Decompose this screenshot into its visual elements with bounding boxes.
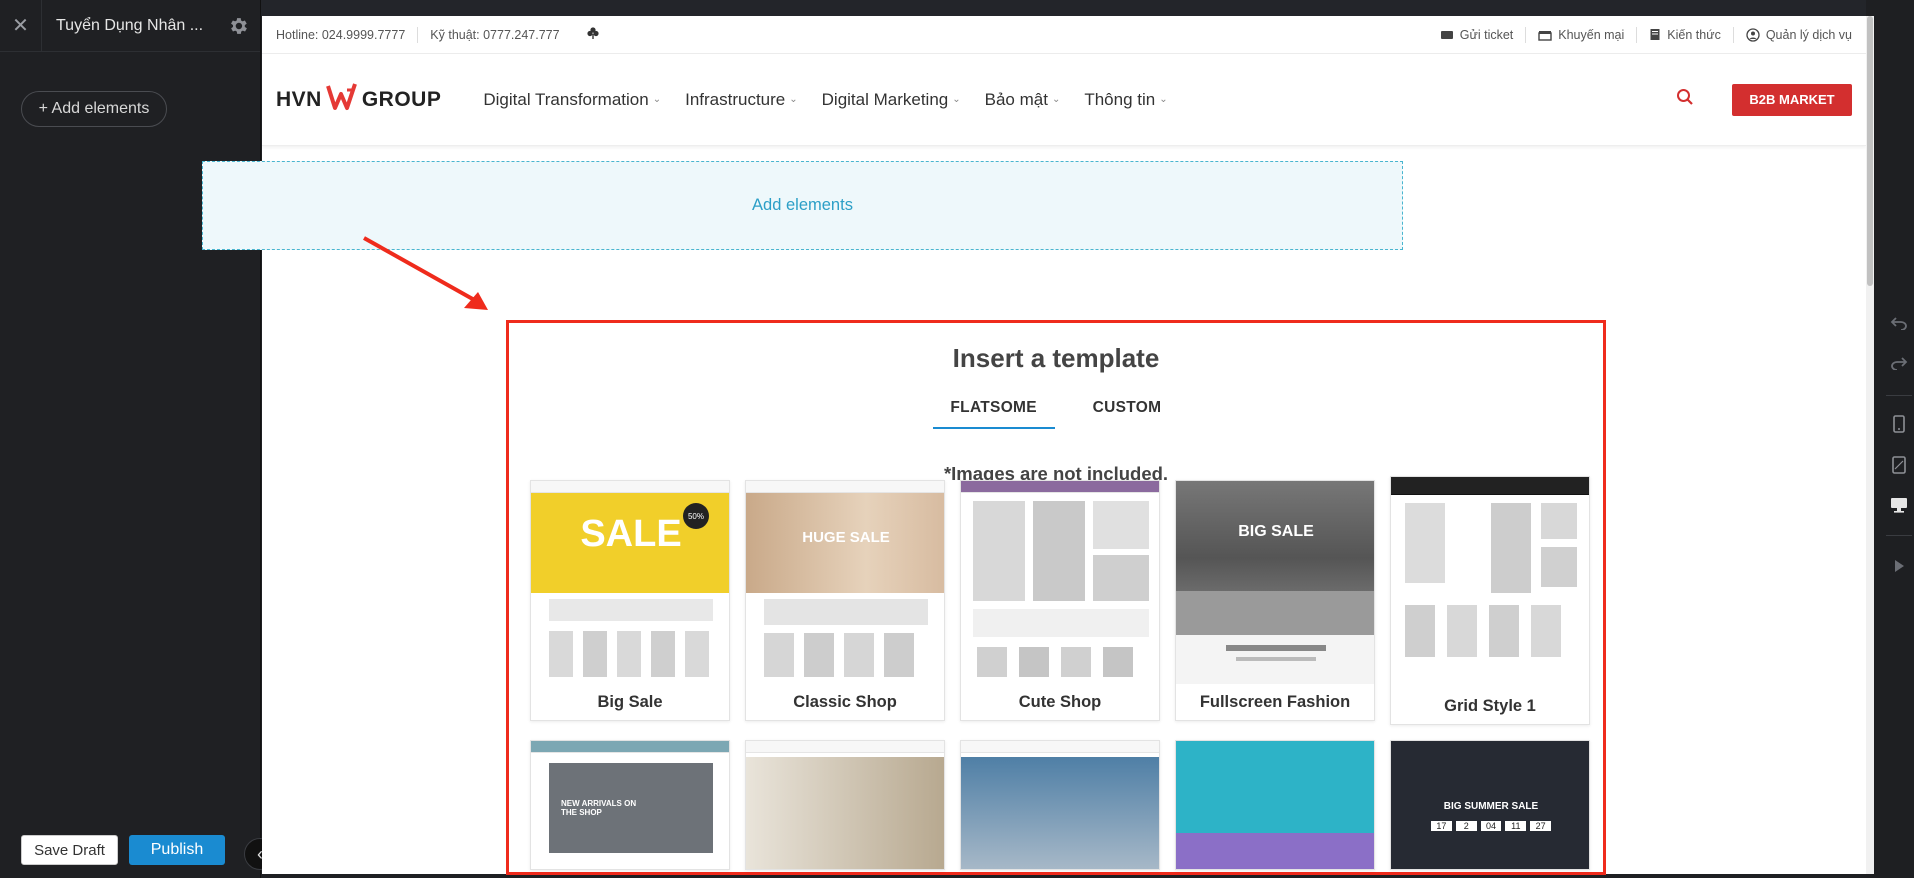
site-topbar: Hotline: 024.9999.7777 Kỹ thuật: 0777.24… [262, 16, 1866, 54]
topbar-link-account[interactable]: Quản lý dịch vụ [1746, 28, 1852, 42]
panel-title: Insert a template [952, 343, 1160, 373]
tab-custom[interactable]: CUSTOM [1075, 399, 1180, 429]
template-thumbnail: BIG SALE [1176, 481, 1374, 684]
desktop-view-icon[interactable] [1888, 494, 1910, 516]
editor-sidebar: ✕ Tuyển Dụng Nhân ... + Add elements Sav… [0, 0, 261, 878]
template-card[interactable]: NEW ARRIVALS ON THE SHOP [530, 740, 730, 870]
tablet-view-icon[interactable] [1888, 454, 1910, 476]
template-card[interactable]: BIG SUMMER SALE 17 2 04 11 27 [1390, 740, 1590, 870]
save-draft-button[interactable]: Save Draft [21, 835, 118, 865]
site-logo[interactable]: HVN GROUP [276, 82, 441, 118]
nav-item-infrastructure[interactable]: Infrastructure ⌄ [673, 90, 810, 110]
template-thumbnail: SALE 50% [531, 481, 729, 684]
topbar-link-knowledge[interactable]: Kiến thức [1649, 28, 1721, 42]
site-header: HVN GROUP Digital Transformation ⌄ Infras… [262, 54, 1866, 146]
nav-item-digital-marketing[interactable]: Digital Marketing ⌄ [810, 90, 973, 110]
template-thumbnail [961, 741, 1159, 869]
template-thumbnail [746, 741, 944, 869]
add-elements-button[interactable]: + Add elements [21, 91, 167, 127]
editor-top-strip [0, 0, 1914, 16]
undo-icon[interactable] [1888, 312, 1910, 334]
template-thumbnail: BIG SUMMER SALE 17 2 04 11 27 [1391, 741, 1589, 869]
template-thumbnail [961, 481, 1159, 684]
sidebar-footer: Save Draft Publish [0, 822, 261, 878]
template-thumbnail [1391, 477, 1589, 688]
annotation-arrow-icon [363, 236, 488, 310]
tab-flatsome[interactable]: FLATSOME [932, 399, 1055, 429]
gear-icon[interactable] [216, 15, 260, 37]
template-card[interactable] [1175, 740, 1375, 870]
template-name: Big Sale [597, 692, 663, 711]
logo-mark-icon [325, 82, 358, 118]
template-tabs: FLATSOME CUSTOM [509, 399, 1603, 429]
redo-icon[interactable] [1888, 352, 1910, 374]
template-card-classic-shop[interactable]: HUGE SALE Classic Shop [745, 480, 945, 721]
template-thumbnail: HUGE SALE [746, 481, 944, 684]
site-nav: Digital Transformation ⌄ Infrastructure ⌄ … [471, 90, 1179, 110]
search-icon[interactable] [1676, 88, 1694, 111]
sidebar-header: ✕ Tuyển Dụng Nhân ... [0, 0, 260, 52]
template-card-grid-style-1[interactable]: Grid Style 1 [1390, 476, 1590, 725]
template-thumbnail: NEW ARRIVALS ON THE SHOP [531, 741, 729, 869]
template-card-fullscreen-fashion[interactable]: BIG SALE Fullscreen Fashion [1175, 480, 1375, 721]
topbar-link-ticket[interactable]: Gửi ticket [1440, 28, 1513, 42]
nav-item-info[interactable]: Thông tin ⌄ [1072, 90, 1179, 110]
template-card[interactable] [960, 740, 1160, 870]
template-name: Grid Style 1 [1444, 696, 1536, 715]
template-name: Classic Shop [793, 692, 897, 711]
user-circle-icon [1746, 27, 1760, 42]
close-icon[interactable]: ✕ [0, 0, 42, 52]
gift-icon [1538, 30, 1552, 41]
template-card-cute-shop[interactable]: Cute Shop [960, 480, 1160, 721]
chevron-down-icon: ⌄ [1159, 94, 1168, 105]
nav-item-digital-transformation[interactable]: Digital Transformation ⌄ [471, 90, 673, 110]
clover-icon[interactable] [586, 26, 600, 43]
hotline-text: Hotline: 024.9999.7777 [276, 27, 406, 42]
template-name: Cute Shop [1018, 692, 1102, 711]
chevron-down-icon: ⌄ [652, 94, 662, 105]
mobile-view-icon[interactable] [1888, 413, 1910, 435]
template-name: Fullscreen Fashion [1199, 692, 1351, 711]
chevron-down-icon: ⌄ [789, 94, 798, 105]
template-card[interactable] [745, 740, 945, 870]
scrollbar-thumb[interactable] [1867, 16, 1873, 286]
template-thumbnail [1176, 741, 1374, 869]
technical-phone-text: Kỹ thuật: 0777.247.777 [430, 27, 560, 42]
template-card-big-sale[interactable]: SALE 50% Big Sale [530, 480, 730, 721]
publish-button[interactable]: Publish [129, 835, 225, 865]
b2b-market-button[interactable]: B2B MARKET [1732, 83, 1852, 116]
chevron-down-icon: ⌄ [952, 94, 961, 105]
chevron-down-icon: ⌄ [1051, 94, 1061, 105]
topbar-link-promo[interactable]: Khuyến mại [1538, 28, 1624, 42]
nav-item-security[interactable]: Bảo mật ⌄ [973, 90, 1073, 110]
ticket-icon [1440, 30, 1453, 39]
book-icon [1650, 29, 1660, 40]
insert-template-panel: Insert a template FLATSOME CUSTOM *Image… [506, 320, 1606, 875]
play-icon[interactable] [1888, 555, 1910, 577]
page-title: Tuyển Dụng Nhân ... [56, 16, 204, 34]
